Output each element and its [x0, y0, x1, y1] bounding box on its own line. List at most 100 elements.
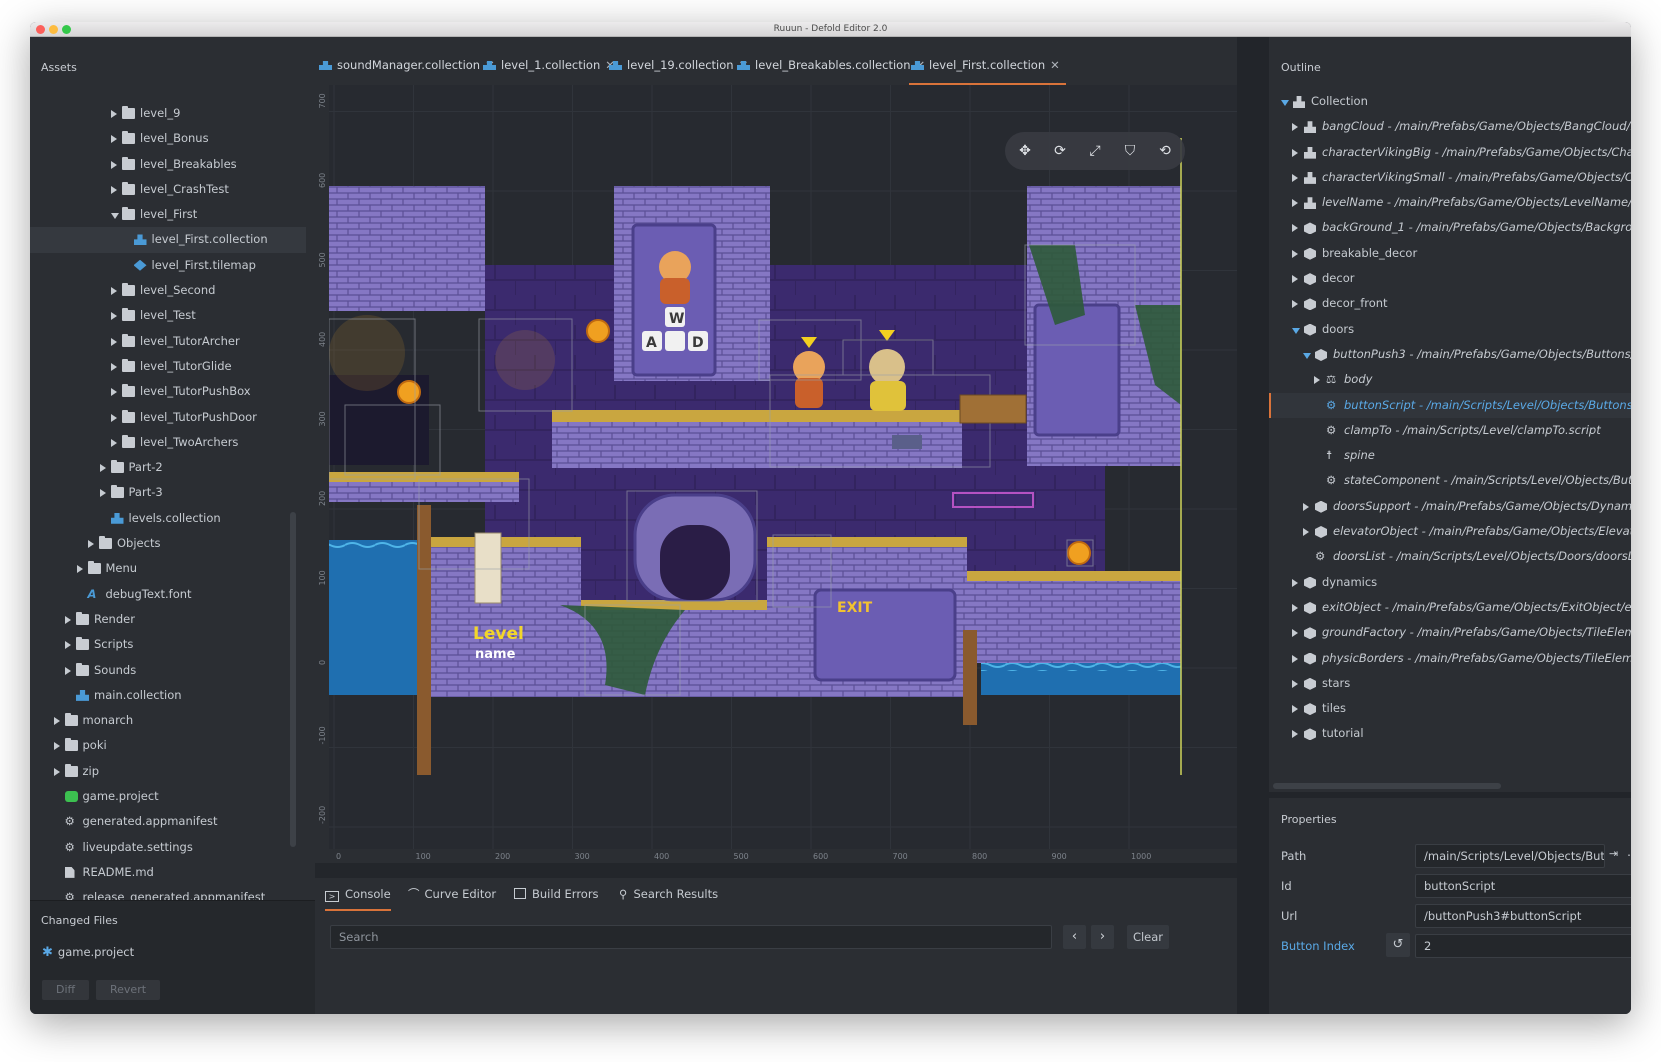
revert-button[interactable]: Revert — [96, 980, 161, 1000]
outline-item[interactable]: ⚙ clampTo - /main/Scripts/Level/clampTo.s… — [1269, 418, 1631, 443]
chevron-right-icon[interactable] — [53, 717, 60, 726]
asset-item[interactable]: levels.collection — [30, 506, 306, 531]
chevron-right-icon[interactable] — [1303, 528, 1309, 537]
tab-soundmanager-collection[interactable]: soundManager.collection✕ — [317, 53, 501, 85]
scene-canvas[interactable]: EXIT W A D Level name 700600500400300200… — [315, 85, 1237, 863]
outline-item[interactable]: ⚙ stateComponent - /main/Scripts/Level/Ob… — [1269, 468, 1631, 493]
diff-button[interactable]: Diff — [42, 980, 90, 1000]
outline-item[interactable]: groundFactory - /main/Prefabs/Game/Objec… — [1269, 620, 1631, 645]
outline-item[interactable]: levelName - /main/Prefabs/Game/Objects/L… — [1269, 190, 1631, 215]
tab-level-first-collection[interactable]: level_First.collection ✕ — [909, 53, 1066, 85]
chevron-right-icon[interactable] — [1292, 730, 1298, 739]
outline-item[interactable]: ☨ spine — [1269, 443, 1631, 468]
asset-item[interactable]: level_First.collection — [30, 227, 306, 253]
chevron-right-icon[interactable] — [1292, 578, 1298, 587]
asset-item[interactable]: Menu — [30, 556, 306, 581]
outline-item[interactable]: ⚙ buttonScript - /main/Scripts/Level/Obje… — [1269, 392, 1631, 418]
scene-view[interactable]: EXIT W A D Level name 700 600 500 400 30… — [315, 85, 1237, 863]
asset-item[interactable]: level_Breakables — [30, 152, 306, 177]
asset-item[interactable]: main.collection — [30, 683, 306, 708]
camera-reset-icon[interactable]: ⟲ — [1155, 141, 1175, 161]
asset-item[interactable]: level_TutorPushDoor — [30, 405, 306, 430]
close-tab-icon[interactable]: ✕ — [1050, 58, 1060, 72]
chevron-right-icon[interactable] — [111, 185, 117, 194]
chevron-right-icon[interactable] — [1292, 199, 1298, 208]
chevron-down-icon[interactable] — [1281, 100, 1289, 106]
chevron-right-icon[interactable] — [1292, 148, 1298, 157]
chevron-right-icon[interactable] — [1292, 173, 1298, 182]
outline-item[interactable]: decor — [1269, 266, 1631, 291]
asset-item[interactable]: level_First.tilemap — [30, 253, 306, 278]
asset-item[interactable]: poki — [30, 733, 306, 758]
outline-item[interactable]: decor_front — [1269, 291, 1631, 316]
reset-icon[interactable]: ↺ — [1386, 933, 1410, 957]
outline-item[interactable]: doors — [1269, 317, 1631, 342]
outline-item[interactable]: physicBorders - /main/Prefabs/Game/Objec… — [1269, 646, 1631, 671]
asset-item[interactable]: level_TwoArchers — [30, 430, 306, 455]
path-field[interactable]: /main/Scripts/Level/Objects/Buttons/butt… — [1415, 844, 1605, 868]
chevron-right-icon[interactable] — [53, 767, 60, 776]
chevron-right-icon[interactable] — [1292, 603, 1298, 612]
asset-item[interactable]: level_TutorArcher — [30, 329, 306, 354]
outline-item[interactable]: tutorial — [1269, 721, 1631, 746]
chevron-right-icon[interactable] — [1292, 123, 1298, 132]
outline-item[interactable]: buttonPush3 - /main/Prefabs/Game/Objects… — [1269, 342, 1631, 367]
chevron-right-icon[interactable] — [1292, 300, 1298, 309]
chevron-right-icon[interactable] — [1303, 502, 1309, 511]
outline-item[interactable]: Collection — [1269, 89, 1631, 114]
outline-item[interactable]: exitObject - /main/Prefabs/Game/Objects/… — [1269, 595, 1631, 620]
outline-item[interactable]: bangCloud - /main/Prefabs/Game/Objects/B… — [1269, 114, 1631, 139]
chevron-right-icon[interactable] — [1292, 249, 1298, 258]
chevron-down-icon[interactable] — [1303, 352, 1311, 359]
asset-item[interactable]: level_First — [30, 202, 306, 227]
chevron-right-icon[interactable] — [1292, 679, 1298, 688]
chevron-right-icon[interactable] — [65, 641, 71, 650]
asset-item[interactable]: level_Second — [30, 278, 306, 303]
chevron-right-icon[interactable] — [1292, 275, 1298, 284]
chevron-right-icon[interactable] — [111, 160, 117, 169]
chevron-right-icon[interactable] — [1292, 705, 1298, 714]
tab-curve-editor[interactable]: ⌒ Curve Editor — [408, 878, 496, 911]
chevron-down-icon[interactable] — [1292, 327, 1300, 334]
search-next-button[interactable]: › — [1091, 925, 1114, 949]
asset-item[interactable]: zip — [30, 759, 306, 784]
chevron-right-icon[interactable] — [111, 337, 117, 346]
chevron-right-icon[interactable] — [111, 438, 117, 447]
chevron-right-icon[interactable] — [111, 110, 117, 118]
outline-item[interactable]: dynamics — [1269, 570, 1631, 595]
url-field[interactable]: /buttonPush3#buttonScript — [1415, 904, 1631, 928]
tab-build-errors[interactable]: Build Errors — [514, 878, 599, 911]
chevron-right-icon[interactable] — [88, 540, 94, 549]
outline-item[interactable]: ⚖ body — [1269, 367, 1631, 392]
chevron-right-icon[interactable] — [65, 615, 71, 624]
asset-item[interactable]: level_9 — [30, 101, 306, 126]
asset-item[interactable]: level_Bonus — [30, 126, 306, 151]
chevron-right-icon[interactable] — [53, 742, 60, 751]
asset-item[interactable]: Sounds — [30, 658, 306, 683]
asset-item[interactable]: level_CrashTest — [30, 177, 306, 202]
changed-file-item[interactable]: ✱ game.project — [42, 945, 134, 960]
asset-item[interactable]: Part-3 — [30, 480, 306, 505]
chevron-right-icon[interactable] — [1314, 376, 1320, 385]
asset-item[interactable]: Scripts — [30, 632, 306, 657]
outline-item[interactable]: elevatorObject - /main/Prefabs/Game/Obje… — [1269, 519, 1631, 544]
search-prev-button[interactable]: ‹ — [1063, 925, 1086, 949]
rotate-tool-icon[interactable]: ⟳ — [1050, 141, 1070, 161]
asset-item[interactable]: ⚙ liveupdate.settings — [30, 835, 306, 860]
visibility-filter-icon[interactable]: ⛉ — [1120, 141, 1140, 161]
chevron-right-icon[interactable] — [111, 388, 117, 397]
asset-item[interactable]: level_TutorGlide — [30, 354, 306, 379]
asset-item[interactable]: Part-2 — [30, 455, 306, 480]
scale-tool-icon[interactable]: ⤢ — [1085, 141, 1105, 161]
chevron-right-icon[interactable] — [1292, 654, 1298, 663]
asset-item[interactable]: Objects — [30, 531, 306, 556]
outline-item[interactable]: breakable_decor — [1269, 241, 1631, 266]
path-goto-icon[interactable]: ⇥ — [1609, 847, 1618, 860]
path-browse-icon[interactable]: … — [1627, 845, 1631, 859]
chevron-right-icon[interactable] — [111, 135, 117, 144]
chevron-right-icon[interactable] — [111, 287, 117, 296]
outline-item[interactable]: doorsSupport - /main/Prefabs/Game/Object… — [1269, 494, 1631, 519]
tab-level-1-collection[interactable]: level_1.collection ✕ — [481, 53, 621, 85]
chevron-right-icon[interactable] — [1292, 224, 1298, 233]
tab-search-results[interactable]: ⚲ Search Results — [619, 878, 718, 911]
